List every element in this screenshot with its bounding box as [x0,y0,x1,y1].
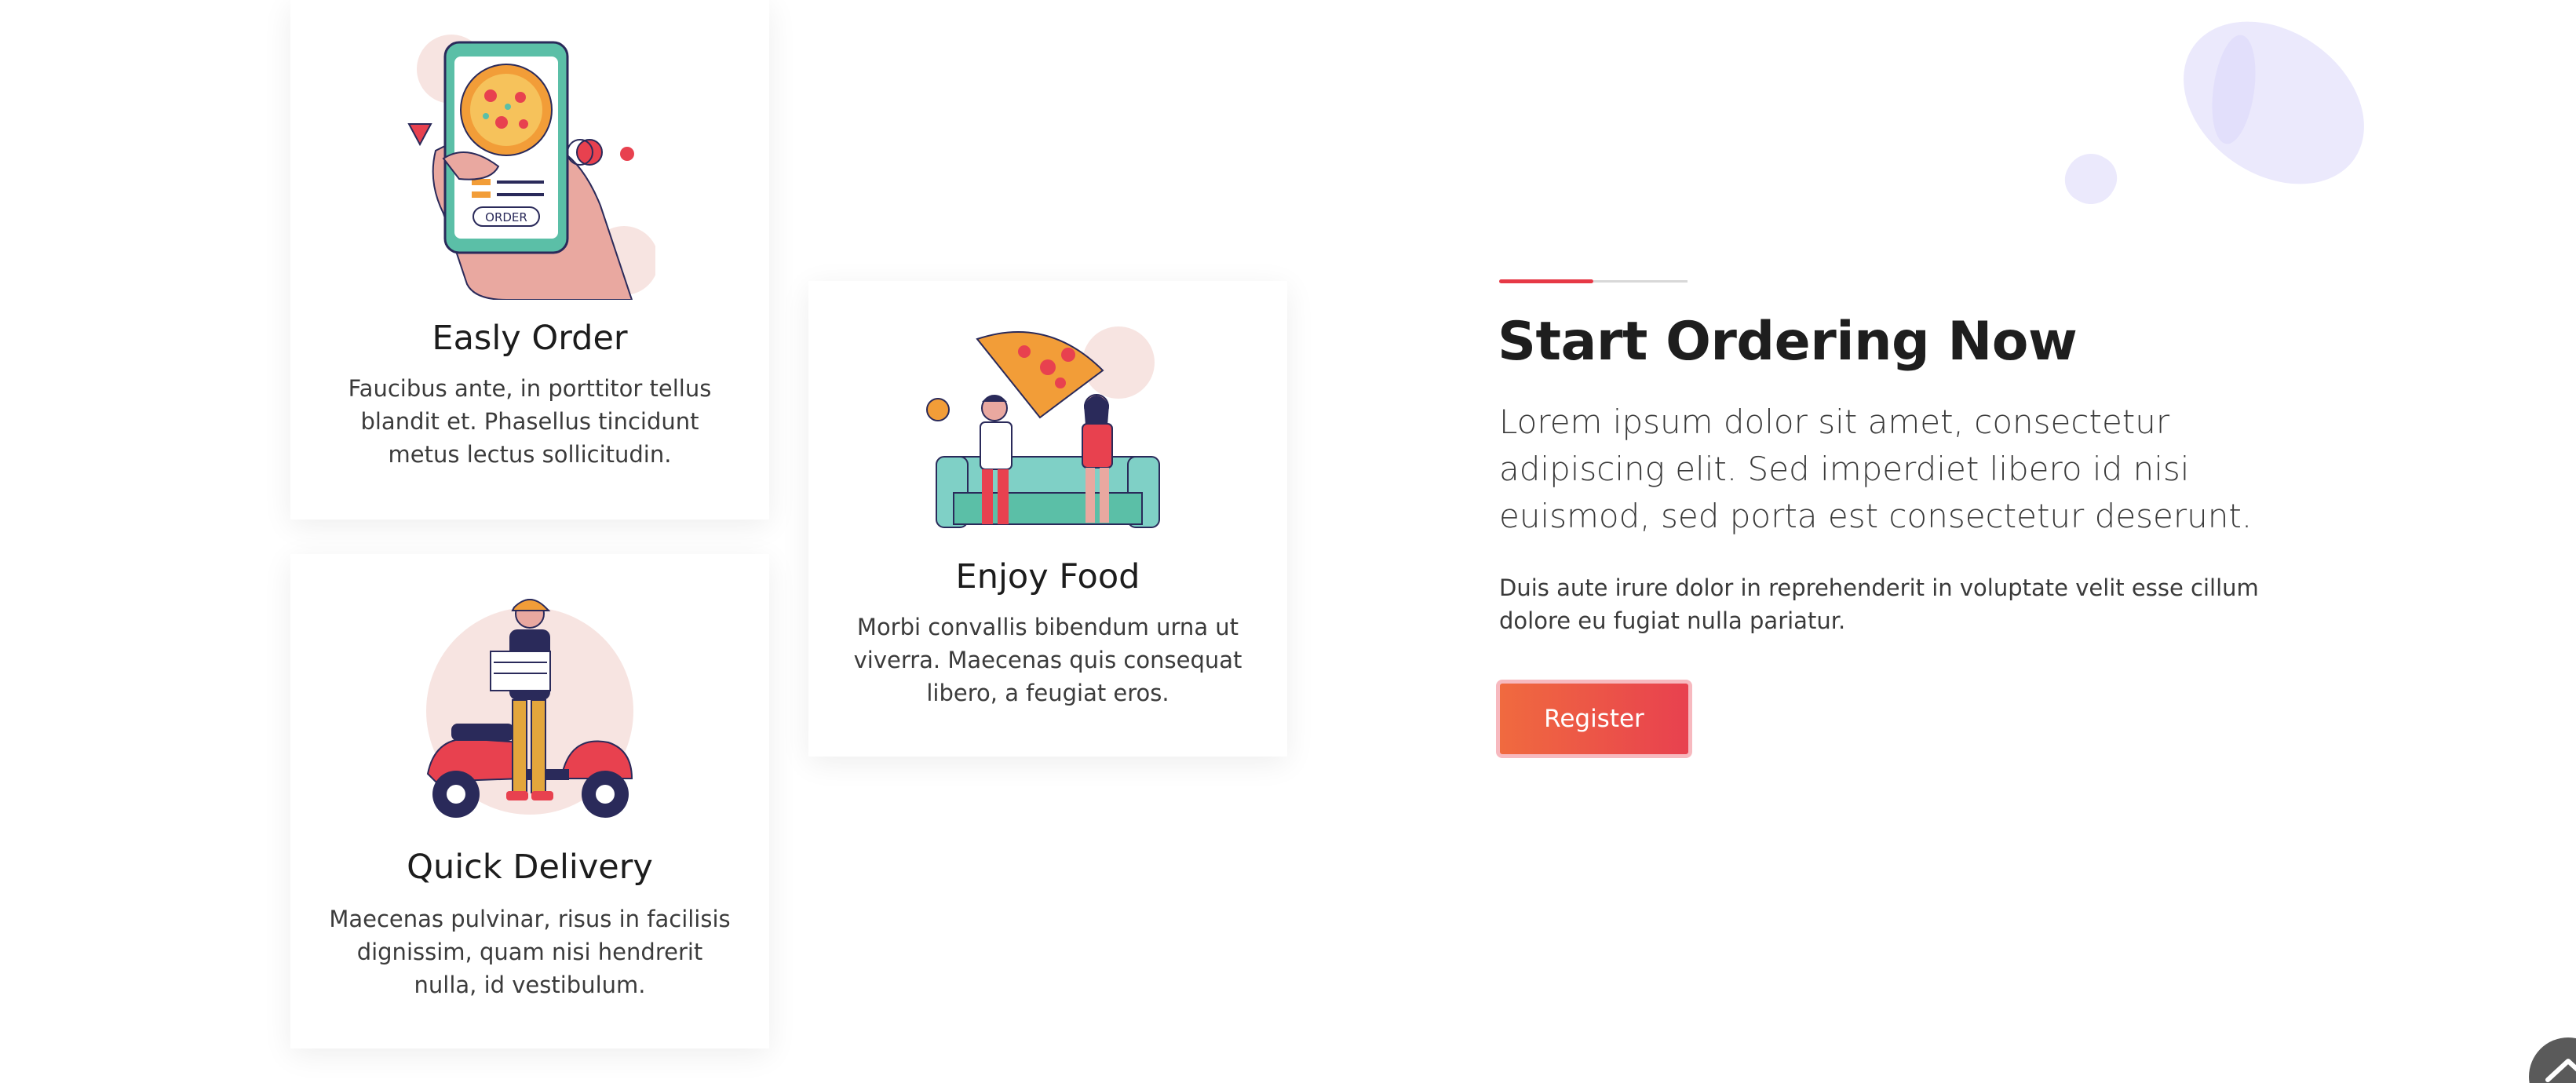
section-title: Start Ordering Now [1498,311,2078,373]
feature-card-quick-delivery: Quick Delivery Maecenas pulvinar, risus … [290,554,769,1048]
card-title: Enjoy Food [955,557,1140,596]
decorative-blob [2152,0,2395,218]
card-description: Faucibus ante, in porttitor tellus bland… [348,375,712,468]
delivery-scooter-illustration [426,599,633,818]
couple-pizza-illustration [926,326,1160,528]
section-body-text: Duis aute irure dolor in reprehenderit i… [1499,574,2259,634]
card-title: Easly Order [432,319,628,358]
feature-card-enjoy-food: Enjoy Food Morbi convallis bibendum urna… [808,281,1287,757]
section-lead-text: Lorem ipsum dolor sit amet, consectetur … [1499,403,2253,535]
card-description: Morbi convallis bibendum urna ut viverra… [853,614,1242,706]
decorative-blob [2056,144,2125,213]
section-accent-line [1499,279,1593,283]
card-title: Quick Delivery [407,848,653,887]
chevron-up-icon [2545,1059,2576,1082]
page: ORDER Easly Order Faucibus ante, in port… [0,0,2576,1083]
feature-card-easy-order: ORDER Easly Order Faucibus ante, in port… [290,0,769,520]
phone-order-illustration: ORDER [407,35,655,300]
svg-text:ORDER: ORDER [485,210,527,224]
card-description: Maecenas pulvinar, risus in facilisis di… [329,906,731,998]
scroll-to-top-button[interactable] [2529,1037,2576,1083]
section-accent-line-track [1593,280,1688,283]
register-button[interactable]: Register [1496,680,1692,758]
